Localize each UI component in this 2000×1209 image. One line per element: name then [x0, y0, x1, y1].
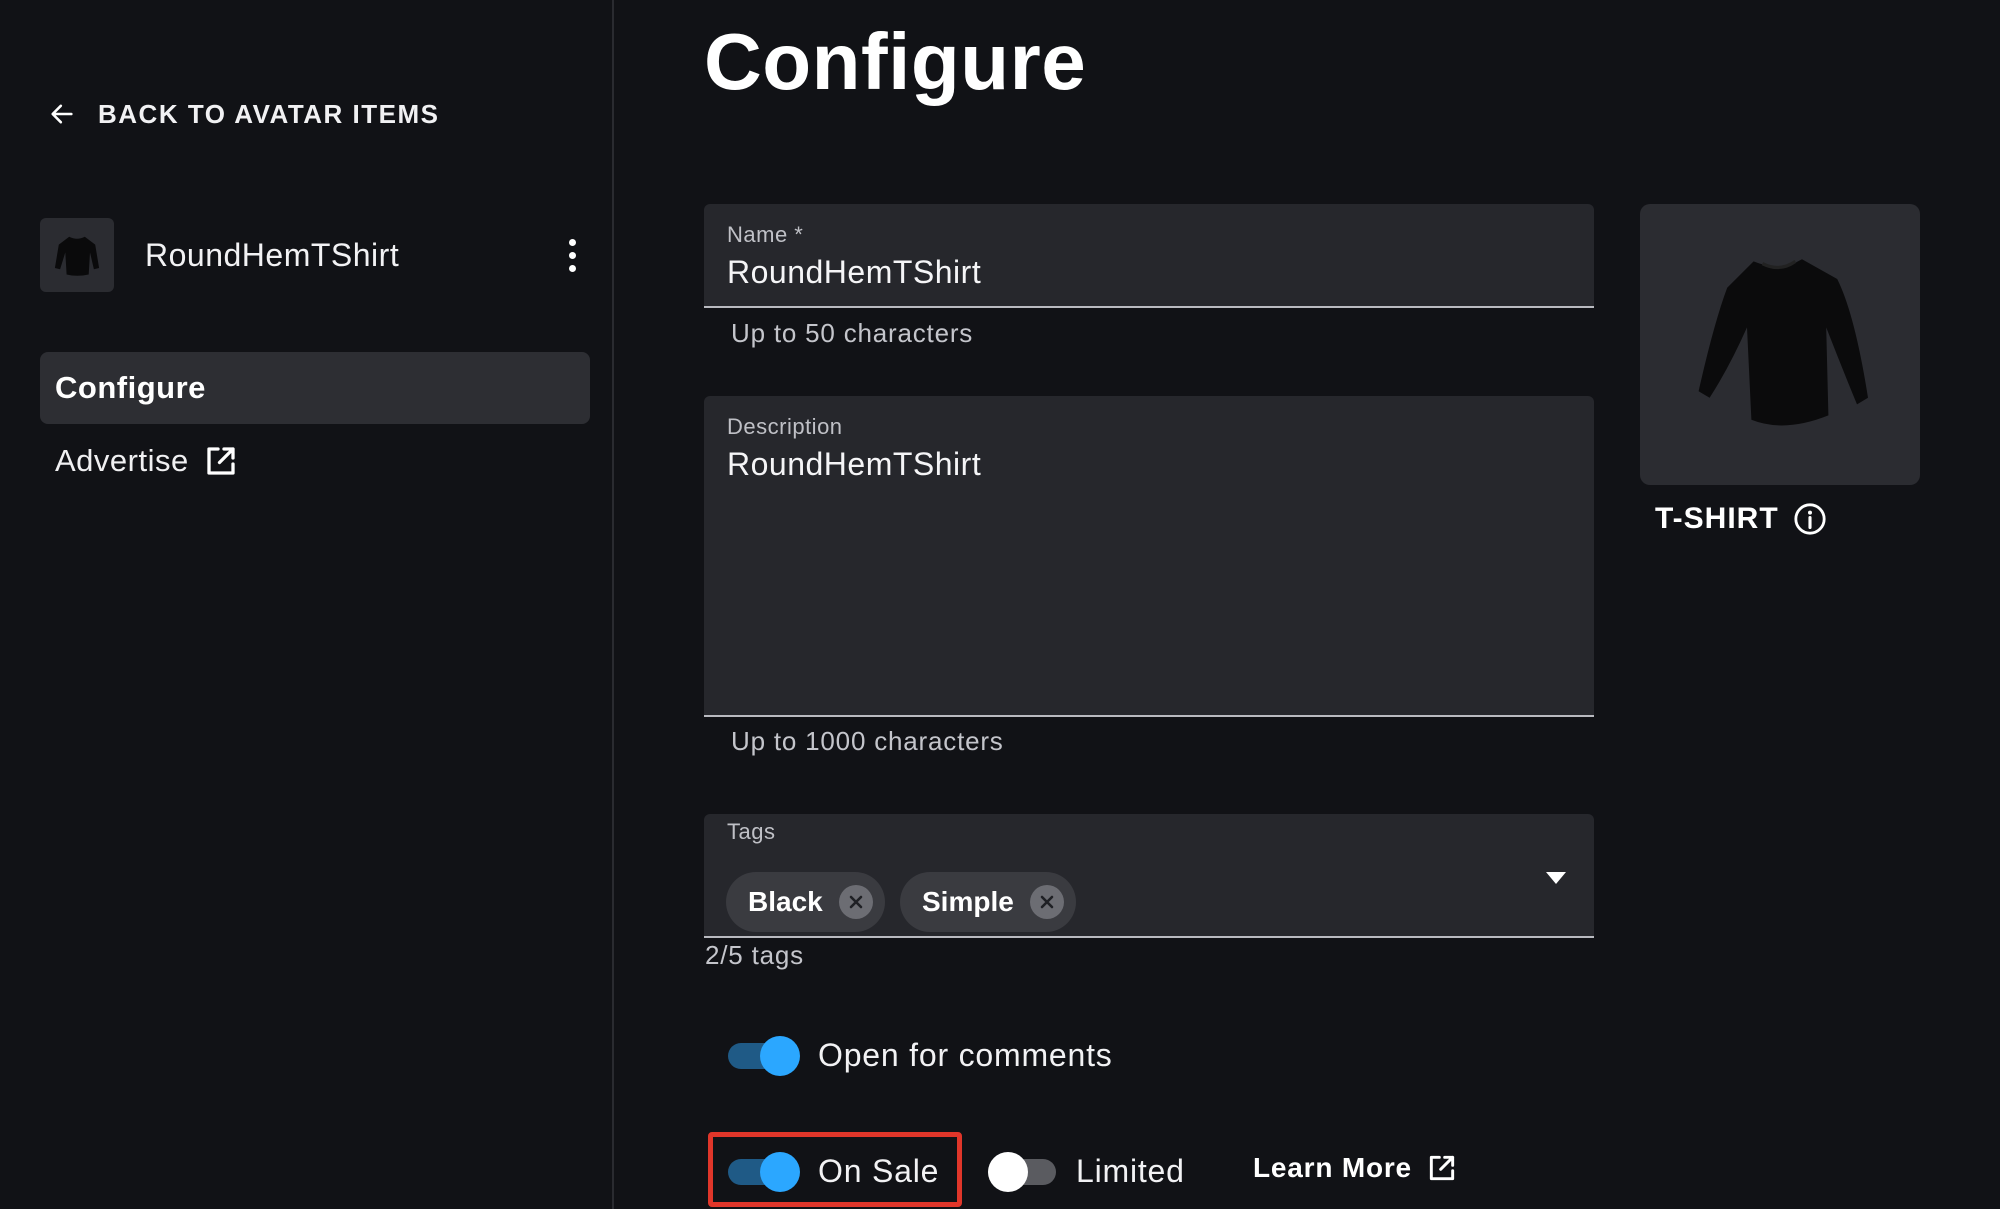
tags-helper-text: 2/5 tags: [705, 940, 804, 970]
tag-chip-label: Simple: [922, 886, 1014, 917]
description-helper-text: Up to 1000 characters: [731, 726, 1004, 756]
comments-toggle-label: Open for comments: [818, 1036, 1113, 1073]
name-field-value[interactable]: RoundHemTShirt: [727, 254, 981, 291]
info-icon[interactable]: [1793, 502, 1827, 536]
nav-configure-label: Configure: [55, 370, 206, 405]
item-preview-image: [1640, 204, 1920, 485]
comments-toggle[interactable]: [728, 1035, 800, 1076]
item-type-text: T-SHIRT: [1655, 502, 1779, 535]
item-thumbnail: [40, 218, 114, 292]
tags-field-label: Tags: [727, 819, 776, 844]
name-field[interactable]: Name * RoundHemTShirt: [704, 204, 1594, 308]
nav-advertise[interactable]: Advertise: [40, 425, 590, 497]
sidebar-divider: [612, 0, 614, 1209]
page-title: Configure: [704, 17, 1087, 106]
remove-tag-icon[interactable]: [1029, 885, 1064, 919]
comments-toggle-row: Open for comments: [728, 1035, 1113, 1076]
item-name: RoundHemTShirt: [145, 236, 400, 273]
description-field-value[interactable]: RoundHemTShirt: [727, 446, 981, 483]
tag-chip-label: Black: [748, 886, 823, 917]
item-header: RoundHemTShirt: [40, 217, 592, 293]
back-to-avatar-items-link[interactable]: BACK TO AVATAR ITEMS: [48, 96, 440, 132]
tshirt-icon: [54, 236, 100, 276]
tshirt-icon: [1698, 258, 1868, 425]
remove-tag-icon[interactable]: [838, 885, 873, 919]
limited-toggle[interactable]: [988, 1151, 1060, 1192]
tag-chip: Black: [726, 872, 885, 932]
tag-chip: Simple: [900, 872, 1076, 932]
description-field-label: Description: [727, 414, 843, 439]
learn-more-link[interactable]: Learn More: [1253, 1152, 1458, 1184]
external-link-icon: [207, 447, 235, 475]
nav-configure[interactable]: Configure: [40, 352, 590, 424]
back-link-label: BACK TO AVATAR ITEMS: [98, 98, 440, 129]
limited-toggle-label: Limited: [1076, 1152, 1185, 1189]
sidebar: BACK TO AVATAR ITEMS RoundHemTShirt Conf…: [0, 0, 612, 1209]
limited-toggle-row: Limited: [988, 1151, 1185, 1192]
item-type-label: T-SHIRT: [1655, 502, 1827, 536]
learn-more-label: Learn More: [1253, 1152, 1412, 1183]
on-sale-highlight-box: [708, 1132, 962, 1207]
dropdown-caret-icon[interactable]: [1546, 872, 1566, 884]
description-field[interactable]: Description RoundHemTShirt: [704, 396, 1594, 717]
name-helper-text: Up to 50 characters: [731, 318, 974, 348]
name-field-label: Name *: [727, 222, 804, 247]
arrow-left-icon: [51, 104, 73, 124]
more-options-icon[interactable]: [552, 225, 592, 285]
nav-advertise-label: Advertise: [55, 443, 189, 478]
external-link-icon: [1429, 1155, 1455, 1181]
